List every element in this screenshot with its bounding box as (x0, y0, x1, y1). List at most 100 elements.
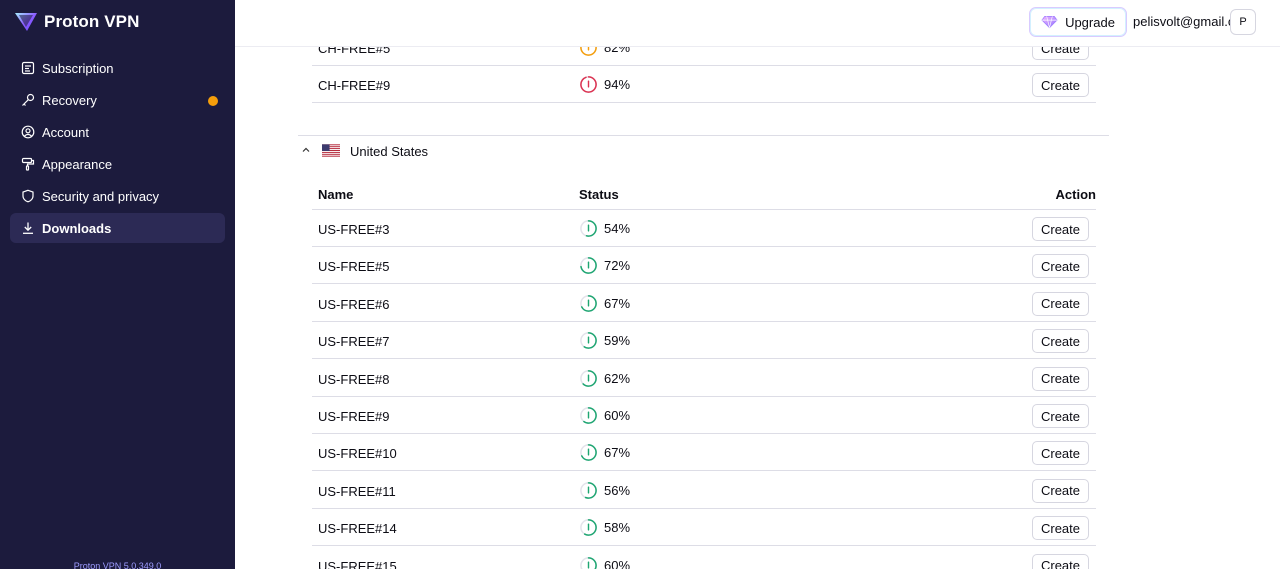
server-name: US-FREE#5 (318, 259, 390, 275)
app-logo[interactable]: Proton VPN (14, 11, 139, 33)
table-row: US-FREE#7 59% Create (312, 322, 1096, 360)
table-row: CH-FREE#9 94% Create (312, 66, 1096, 103)
table-row: US-FREE#5 72% Create (312, 247, 1096, 285)
table-row: US-FREE#8 62% Create (312, 360, 1096, 397)
sidebar-item-security[interactable]: Security and privacy (10, 181, 225, 211)
paint-roller-icon (21, 157, 35, 171)
downloads-content: CH-FREE#5 82% Create CH-FREE#9 94% Creat… (235, 0, 1280, 569)
us-flag-icon (322, 144, 340, 157)
proton-vpn-logo-icon (15, 13, 37, 31)
server-load: 58% (579, 518, 630, 537)
load-percent: 67% (604, 295, 631, 311)
sidebar-item-appearance[interactable]: Appearance (10, 149, 225, 179)
load-ring-icon (580, 519, 597, 537)
server-load: 60% (579, 556, 630, 569)
sidebar-item-label: Account (42, 124, 89, 140)
subscription-icon (21, 61, 35, 75)
chevron-up-icon[interactable] (301, 145, 311, 155)
column-action: Action (1055, 187, 1096, 202)
server-name: US-FREE#8 (318, 371, 390, 387)
create-config-button[interactable]: Create (1032, 366, 1089, 391)
diamond-icon (1041, 15, 1058, 29)
server-load: 67% (579, 443, 630, 462)
sidebar-item-label: Downloads (42, 220, 112, 236)
sidebar-item-label: Subscription (42, 60, 114, 76)
server-name: US-FREE#10 (318, 446, 397, 462)
server-name: US-FREE#3 (318, 222, 390, 237)
server-name: US-FREE#6 (318, 296, 390, 312)
server-name: US-FREE#11 (318, 483, 396, 499)
load-ring-icon (580, 556, 597, 569)
load-percent: 58% (604, 520, 631, 536)
create-config-button[interactable]: Create (1032, 329, 1089, 354)
column-name: Name (318, 187, 354, 202)
server-load: 59% (579, 331, 630, 350)
create-config-button[interactable]: Create (1032, 254, 1089, 279)
server-load: 56% (579, 481, 630, 500)
server-name: US-FREE#14 (318, 521, 397, 537)
create-config-button[interactable]: Create (1032, 73, 1089, 97)
load-ring-icon (580, 444, 597, 462)
create-config-button[interactable]: Create (1032, 553, 1089, 569)
load-ring-icon (580, 481, 597, 499)
server-name: US-FREE#9 (318, 409, 390, 424)
sidebar-item-label: Recovery (42, 92, 97, 108)
table-row: US-FREE#6 67% Create (312, 285, 1096, 322)
load-ring-icon (580, 294, 597, 312)
load-percent: 60% (604, 408, 631, 423)
load-percent: 62% (604, 370, 631, 386)
load-ring-icon (580, 257, 597, 275)
sidebar: Proton VPN Subscription Recovery Account (0, 0, 235, 569)
sidebar-item-subscription[interactable]: Subscription (10, 53, 225, 83)
server-load: 60% (579, 406, 630, 425)
user-circle-icon (21, 125, 35, 139)
server-load: 67% (579, 294, 630, 313)
load-ring-icon (580, 407, 597, 424)
server-load: 62% (579, 369, 630, 388)
sidebar-nav: Subscription Recovery Account Appearance (10, 53, 225, 245)
sidebar-item-label: Security and privacy (42, 188, 160, 204)
country-name: United States (350, 144, 429, 159)
server-load: 54% (579, 219, 630, 238)
server-name: CH-FREE#9 (318, 78, 391, 93)
sidebar-item-label: Appearance (42, 156, 113, 172)
create-config-button[interactable]: Create (1032, 478, 1089, 503)
key-icon (21, 93, 35, 107)
table-row: US-FREE#3 54% Create (312, 210, 1096, 247)
sidebar-item-account[interactable]: Account (10, 117, 225, 147)
load-percent: 59% (604, 333, 631, 349)
upgrade-button[interactable]: Upgrade (1029, 7, 1127, 37)
table-row: US-FREE#11 56% Create (312, 472, 1096, 509)
column-status: Status (579, 187, 619, 202)
create-config-button[interactable]: Create (1032, 404, 1089, 428)
upgrade-label: Upgrade (1065, 14, 1115, 30)
app-version: Proton VPN 5.0.349.0 (73, 561, 162, 569)
server-name: US-FREE#7 (318, 334, 390, 350)
table-row: US-FREE#10 67% Create (312, 434, 1096, 472)
create-config-button[interactable]: Create (1032, 516, 1089, 541)
load-percent: 56% (604, 482, 631, 498)
table-row: US-FREE#9 60% Create (312, 397, 1096, 434)
country-accordion[interactable]: United States (298, 135, 1109, 165)
load-percent: 94% (604, 77, 631, 92)
avatar[interactable]: P (1230, 9, 1256, 35)
create-config-button[interactable]: Create (1032, 441, 1089, 466)
load-percent: 60% (604, 557, 631, 569)
server-load: 72% (579, 256, 630, 275)
sidebar-item-recovery[interactable]: Recovery (10, 85, 225, 115)
warning-dot (208, 96, 218, 106)
table-row: US-FREE#15 60% Create (312, 547, 1096, 569)
load-percent: 72% (604, 258, 631, 274)
load-ring-icon (580, 220, 597, 237)
load-ring-icon (580, 369, 597, 387)
top-bar: Upgrade pelisvolt@gmail.com P (235, 0, 1280, 47)
server-load: 94% (579, 75, 630, 94)
create-config-button[interactable]: Create (1032, 291, 1089, 316)
sidebar-item-downloads[interactable]: Downloads (10, 213, 225, 243)
table-header: Name Status Action (312, 179, 1096, 210)
table-row: US-FREE#14 58% Create (312, 509, 1096, 547)
load-ring-icon (580, 76, 597, 93)
load-percent: 54% (604, 221, 631, 236)
create-config-button[interactable]: Create (1032, 217, 1089, 241)
download-icon (21, 221, 35, 235)
